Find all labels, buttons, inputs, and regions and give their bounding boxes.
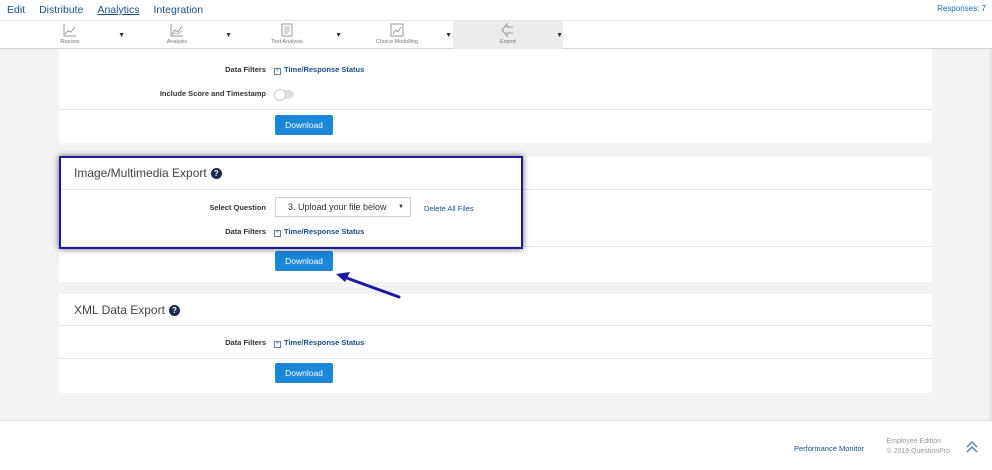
toolbar-analysis[interactable]: Analysis ▼ [122, 21, 232, 49]
include-score-label: Include Score and Timestamp [159, 89, 266, 98]
download-button[interactable]: Download [275, 363, 333, 383]
delete-all-files-link[interactable]: Delete All Files [424, 204, 474, 213]
panel-title: Image/Multimedia Export? [74, 166, 222, 180]
area-chart-icon [170, 24, 183, 37]
plus-square-icon: + [274, 230, 281, 237]
panel-title-text: Image/Multimedia Export [74, 166, 207, 180]
tab-integration[interactable]: Integration [146, 0, 210, 20]
plus-square-icon: + [274, 341, 281, 348]
divider [59, 246, 932, 247]
select-question-value: 3. Upload your file below [288, 202, 387, 212]
chevron-down-icon[interactable]: ▼ [556, 32, 563, 39]
data-filters-value: Time/Response Status [284, 338, 365, 347]
document-icon [281, 23, 293, 37]
toolbar-reports[interactable]: Reports ▼ [15, 21, 125, 49]
responses-count[interactable]: Responses: 7 [937, 4, 986, 13]
data-filters-link[interactable]: + Time/Response Status [274, 338, 364, 348]
export-panel-top: Data Filters + Time/Response Status Inclu… [59, 49, 932, 143]
data-filters-label: Data Filters [225, 65, 266, 74]
share-icon [501, 23, 513, 37]
analytics-toolbar: Reports ▼ Analysis ▼ Text Analysis ▼ Cho… [0, 20, 992, 49]
data-filters-label: Data Filters [225, 227, 266, 236]
chevron-down-icon[interactable]: ▼ [445, 32, 452, 39]
data-filters-value: Time/Response Status [284, 65, 365, 74]
panel-title: XML Data Export? [74, 303, 180, 317]
image-multimedia-export-panel: Image/Multimedia Export? Select Question… [59, 157, 932, 282]
chevron-down-icon: ▼ [398, 204, 404, 210]
divider [59, 358, 932, 359]
top-nav: Edit Distribute Analytics Integration Re… [0, 0, 992, 20]
chevron-down-icon[interactable]: ▼ [335, 32, 342, 39]
performance-monitor-link[interactable]: Performance Monitor [794, 444, 864, 453]
edition-info: Employee Edition © 2019 QuestionPro [886, 437, 950, 457]
include-score-toggle[interactable] [274, 89, 294, 101]
copyright-text: © 2019 QuestionPro [886, 448, 950, 455]
toolbar-label: Analysis [166, 39, 188, 45]
tab-distribute[interactable]: Distribute [32, 0, 90, 20]
toolbar-export[interactable]: Export ▼ [453, 21, 563, 49]
data-filters-label: Data Filters [225, 338, 266, 347]
edition-label: Employee Edition [886, 438, 941, 445]
tab-analytics[interactable]: Analytics [90, 0, 146, 20]
scroll-to-top-icon[interactable] [966, 440, 978, 454]
chevron-down-icon[interactable]: ▼ [225, 32, 232, 39]
tab-edit[interactable]: Edit [0, 0, 32, 20]
bar-chart-icon [390, 23, 404, 37]
toolbar-choice-modelling[interactable]: Choice Modelling ▼ [342, 21, 452, 49]
data-filters-link[interactable]: + Time/Response Status [274, 227, 364, 237]
panel-title-text: XML Data Export [74, 303, 165, 317]
divider [59, 109, 932, 110]
toolbar-text-analysis[interactable]: Text Analysis ▼ [232, 21, 342, 49]
data-filters-value: Time/Response Status [284, 227, 365, 236]
help-icon[interactable]: ? [168, 305, 180, 316]
xml-data-export-panel: XML Data Export? Data Filters + Time/Resp… [59, 294, 932, 393]
help-icon[interactable]: ? [210, 168, 222, 179]
select-question-dropdown[interactable]: 3. Upload your file below ▼ [275, 197, 411, 217]
toolbar-label: Reports [60, 39, 80, 45]
footer: Performance Monitor Employee Edition © 2… [0, 420, 992, 470]
download-button[interactable]: Download [275, 251, 333, 271]
plus-square-icon: + [274, 68, 281, 75]
divider [59, 189, 932, 190]
toolbar-label: Export [500, 39, 516, 45]
annotation-arrow-icon [336, 272, 401, 299]
download-button[interactable]: Download [275, 115, 333, 135]
toolbar-label: Text Analysis [271, 39, 303, 45]
line-chart-icon [63, 24, 76, 37]
select-question-label: Select Question [209, 203, 266, 212]
divider [59, 325, 932, 326]
toolbar-label: Choice Modelling [375, 39, 419, 45]
data-filters-link[interactable]: + Time/Response Status [274, 65, 364, 75]
